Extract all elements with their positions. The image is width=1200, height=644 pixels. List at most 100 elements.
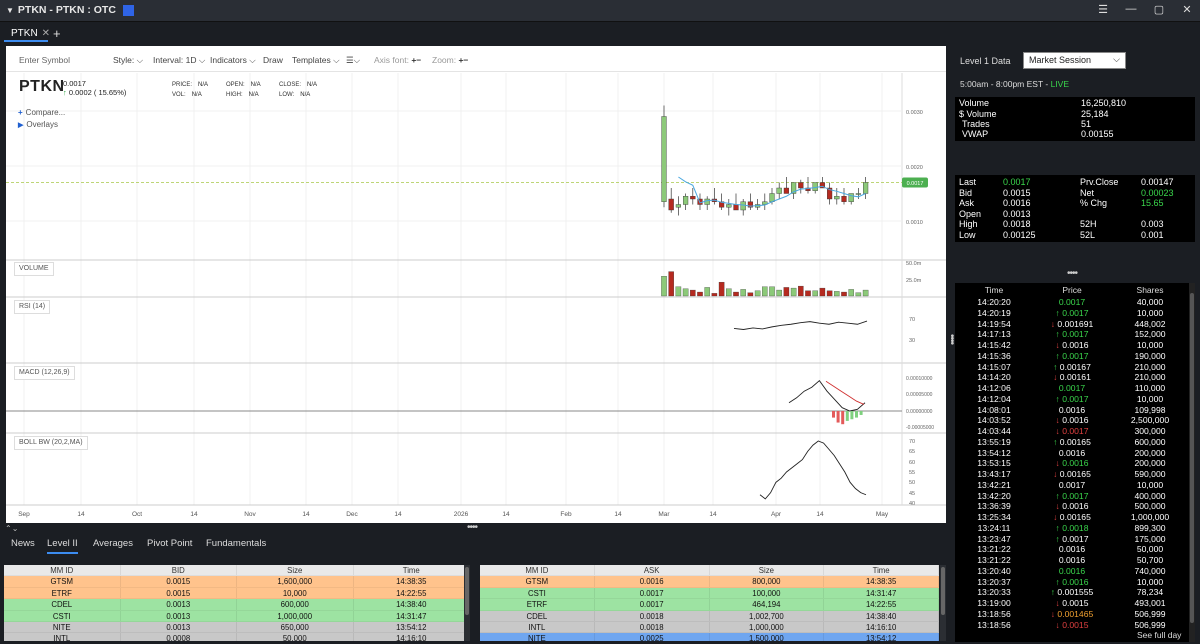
overlays-button[interactable]: ▶ Overlays xyxy=(18,120,58,129)
bid-row[interactable]: CDEL 0.0013 600,000 14:38:40 xyxy=(4,599,470,611)
tab-fundamentals[interactable]: Fundamentals xyxy=(206,538,266,549)
macd-axis-label: -0.00005000 xyxy=(906,425,934,431)
stat-label: 52L xyxy=(1080,229,1096,240)
chart-area[interactable]: 0.0030 0.0020 0.0010 0.0017 50.0m 25.0m 70 30 0.… xyxy=(6,46,946,523)
column-header[interactable]: Shares xyxy=(1111,283,1189,297)
zoom-control[interactable]: Zoom: +− xyxy=(432,55,468,65)
macd-axis-label: 0.00000000 xyxy=(906,409,933,415)
column-header[interactable]: MM ID xyxy=(4,565,121,576)
trade-row[interactable]: 13:23:47 ↑ 0.0017 175,000 xyxy=(955,534,1189,545)
volume-pane-label[interactable]: VOLUME xyxy=(14,262,54,276)
templates-menu[interactable]: Templates ⌵ xyxy=(292,55,340,66)
add-tab-icon[interactable]: + xyxy=(53,26,61,41)
chart-canvas[interactable]: 0.0030 0.0020 0.0010 0.0017 50.0m 25.0m 70 30 0.… xyxy=(6,46,946,523)
close-icon[interactable]: ✕ xyxy=(1180,3,1194,16)
bid-row[interactable]: INTL 0.0008 50,000 14:16:10 xyxy=(4,633,470,641)
collapse-arrows-icon[interactable]: ⌃⌄ xyxy=(5,524,18,533)
tab-close-icon[interactable]: ✕ xyxy=(42,28,50,39)
ask-row[interactable]: ETRF 0.0017 464,194 14:22:55 xyxy=(480,599,939,611)
bid-row[interactable]: CSTI 0.0013 1,000,000 14:31:47 xyxy=(4,610,470,622)
trade-row[interactable]: 13:19:00 ↓ 0.0015 493,001 xyxy=(955,598,1189,609)
title-bar: ▼ PTKN - PTKN : OTC ☰ — ▢ ✕ xyxy=(0,0,1200,22)
compare-button[interactable]: + Compare... xyxy=(18,108,65,117)
lines-menu-icon[interactable]: ☰⌵ xyxy=(346,55,360,66)
ask-row[interactable]: NITE 0.0025 1,500,000 13:54:12 xyxy=(480,633,939,641)
bid-row[interactable]: NITE 0.0013 650,000 13:54:12 xyxy=(4,621,470,634)
trade-row[interactable]: 14:12:04 ↑ 0.0017 10,000 xyxy=(955,394,1189,405)
time-sales-scrollbar[interactable] xyxy=(1189,283,1195,642)
trade-row[interactable]: 13:54:12 0.0016 200,000 xyxy=(955,448,1189,459)
trade-row[interactable]: 13:53:15 ↓ 0.0016 200,000 xyxy=(955,458,1189,469)
bid-row[interactable]: ETRF 0.0015 10,000 14:22:55 xyxy=(4,587,470,600)
trade-row[interactable]: 13:42:21 0.0017 10,000 xyxy=(955,480,1189,491)
bid-row[interactable]: GTSM 0.0015 1,600,000 14:38:35 xyxy=(4,576,470,588)
chart-last-price: 0.0017 xyxy=(63,79,86,88)
trade-row[interactable]: 14:14:20 ↓ 0.00161 210,000 xyxy=(955,372,1189,383)
horizontal-splitter[interactable]: ⌃⌄ •••• xyxy=(0,522,950,536)
interval-menu[interactable]: Interval: 1D ⌵ xyxy=(153,55,205,66)
trade-row[interactable]: 14:15:36 ↑ 0.0017 190,000 xyxy=(955,351,1189,362)
column-header[interactable]: Time xyxy=(955,283,1033,297)
trade-row[interactable]: 13:43:17 ↓ 0.00165 590,000 xyxy=(955,469,1189,480)
trade-row[interactable]: 14:15:42 ↓ 0.0016 10,000 xyxy=(955,340,1189,351)
ask-scrollbar[interactable] xyxy=(940,565,946,641)
trade-row[interactable]: 14:08:01 0.0016 109,998 xyxy=(955,405,1189,416)
tab-averages[interactable]: Averages xyxy=(93,538,133,549)
trade-row[interactable]: 14:17:13 ↑ 0.0017 152,000 xyxy=(955,329,1189,340)
bid-scrollbar[interactable] xyxy=(464,565,470,641)
trade-row[interactable]: 13:25:34 ↓ 0.00165 1,000,000 xyxy=(955,512,1189,523)
column-header[interactable]: ASK xyxy=(595,565,710,576)
tab-level-ii[interactable]: Level II xyxy=(47,538,78,554)
session-select[interactable]: Market Session ⌵ xyxy=(1023,52,1126,69)
macd-pane-label[interactable]: MACD (12,26,9) xyxy=(14,366,75,380)
trade-row[interactable]: 14:15:07 ↑ 0.00167 210,000 xyxy=(955,362,1189,373)
hamburger-icon[interactable]: ☰ xyxy=(1096,3,1110,16)
draw-button[interactable]: Draw xyxy=(263,55,283,65)
trade-row[interactable]: 13:21:22 0.0016 50,700 xyxy=(955,555,1189,566)
trade-row[interactable]: 13:20:37 ↑ 0.0016 10,000 xyxy=(955,577,1189,588)
trade-row[interactable]: 13:24:11 ↑ 0.0018 899,300 xyxy=(955,523,1189,534)
trade-row[interactable]: 14:03:52 ↓ 0.0016 2,500,000 xyxy=(955,415,1189,426)
trade-row[interactable]: 14:03:44 ↓ 0.0017 300,000 xyxy=(955,426,1189,437)
trade-row[interactable]: 14:20:19 ↑ 0.0017 10,000 xyxy=(955,308,1189,319)
axis-font-control[interactable]: Axis font: +− xyxy=(374,55,421,65)
tab-ptkn[interactable]: PTKN ✕ xyxy=(4,24,50,42)
ask-row[interactable]: INTL 0.0018 1,000,000 14:16:10 xyxy=(480,621,939,634)
drag-handle-icon[interactable]: •••• xyxy=(467,522,478,533)
boll-pane-label[interactable]: BOLL BW (20,2,MA) xyxy=(14,436,88,450)
column-header[interactable]: Price xyxy=(1033,283,1111,297)
trade-row[interactable]: 13:18:56 ↓ 0.001465 506,999 xyxy=(955,609,1189,620)
ask-row[interactable]: GTSM 0.0016 800,000 14:38:35 xyxy=(480,576,939,588)
column-header[interactable]: Time xyxy=(824,565,939,576)
see-full-day-link[interactable]: See full day xyxy=(1137,630,1181,640)
ask-row[interactable]: CSTI 0.0017 100,000 14:31:47 xyxy=(480,587,939,600)
trade-row[interactable]: 13:36:39 ↓ 0.0016 500,000 xyxy=(955,501,1189,512)
symbol-input[interactable]: Enter Symbol xyxy=(19,55,70,65)
link-color-icon[interactable] xyxy=(122,4,134,16)
ask-row[interactable]: CDEL 0.0018 1,002,700 14:38:40 xyxy=(480,610,939,622)
trade-price: ↑ 0.0017 xyxy=(1033,491,1111,502)
menu-triangle-icon[interactable]: ▼ xyxy=(6,6,14,15)
trade-row[interactable]: 13:18:56 ↓ 0.0015 506,999 xyxy=(955,620,1189,631)
minimize-icon[interactable]: — xyxy=(1124,3,1138,16)
maximize-icon[interactable]: ▢ xyxy=(1152,3,1166,16)
drag-handle-icon[interactable]: •••• xyxy=(1067,268,1078,279)
style-menu[interactable]: Style: ⌵ xyxy=(113,55,143,66)
column-header[interactable]: Time xyxy=(354,565,470,576)
trade-row[interactable]: 13:20:33 ↑ 0.001555 78,234 xyxy=(955,587,1189,598)
tab-news[interactable]: News xyxy=(11,538,35,549)
trade-row[interactable]: 13:20:40 0.0016 740,000 xyxy=(955,566,1189,577)
rsi-pane-label[interactable]: RSI (14) xyxy=(14,300,51,314)
trade-row[interactable]: 13:55:19 ↑ 0.00165 600,000 xyxy=(955,437,1189,448)
indicators-menu[interactable]: Indicators ⌵ xyxy=(210,55,256,66)
column-header[interactable]: MM ID xyxy=(480,565,595,576)
column-header[interactable]: BID xyxy=(121,565,237,576)
trade-row[interactable]: 13:21:22 0.0016 50,000 xyxy=(955,544,1189,555)
column-header[interactable]: Size xyxy=(710,565,825,576)
trade-row[interactable]: 14:20:20 0.0017 40,000 xyxy=(955,297,1189,308)
column-header[interactable]: Size xyxy=(237,565,354,576)
trade-row[interactable]: 13:42:20 ↑ 0.0017 400,000 xyxy=(955,491,1189,502)
tab-pivot-point[interactable]: Pivot Point xyxy=(147,538,192,549)
trade-row[interactable]: 14:19:54 ↓ 0.001691 448,002 xyxy=(955,319,1189,330)
trade-row[interactable]: 14:12:06 0.0017 110,000 xyxy=(955,383,1189,394)
